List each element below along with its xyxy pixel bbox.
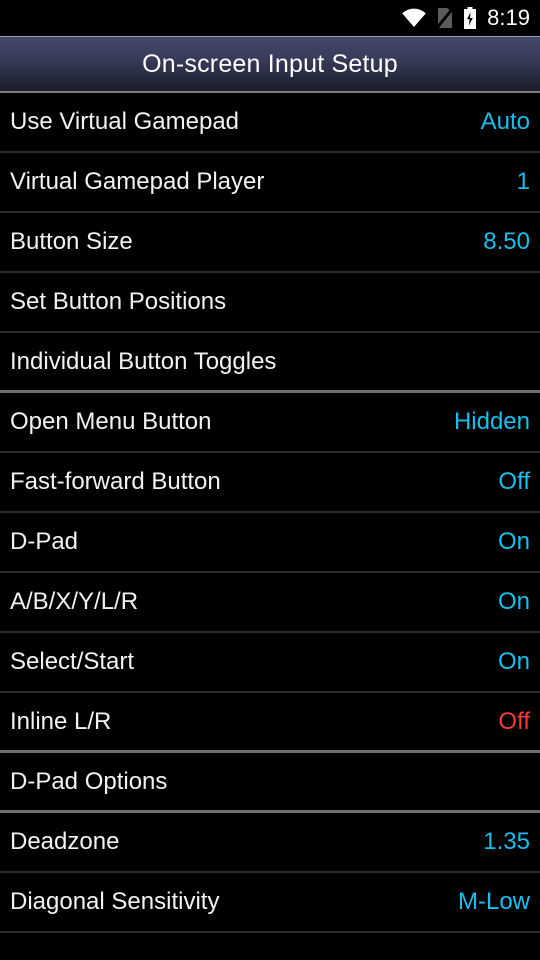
settings-row-label: Virtual Gamepad Player xyxy=(10,168,265,195)
settings-row-label: D-Pad Options xyxy=(10,767,168,795)
settings-row-label: Button Size xyxy=(10,228,133,255)
settings-row[interactable]: A/B/X/Y/L/R On xyxy=(0,573,540,633)
settings-row-label: Set Button Positions xyxy=(10,288,227,315)
settings-row[interactable]: Select/Start On xyxy=(0,633,540,693)
page-title: On-screen Input Setup xyxy=(142,49,398,78)
settings-row-label: A/B/X/Y/L/R xyxy=(10,588,139,615)
settings-row[interactable]: Fast-forward Button Off xyxy=(0,453,540,513)
settings-row-value: Off xyxy=(498,707,530,735)
settings-row-value: 1 xyxy=(516,168,530,195)
settings-list: Use Virtual Gamepad Auto Virtual Gamepad P… xyxy=(0,93,540,933)
settings-row[interactable]: Set Button Positions xyxy=(0,273,540,333)
wifi-icon xyxy=(401,8,427,28)
settings-row[interactable]: Deadzone 1.35 xyxy=(0,813,540,873)
settings-row-label: Fast-forward Button xyxy=(10,468,221,495)
settings-row-value: M-Low xyxy=(457,888,530,915)
settings-row-value: 8.50 xyxy=(483,228,530,255)
settings-row-value: Hidden xyxy=(453,408,530,435)
battery-charging-icon xyxy=(463,7,477,29)
no-sim-icon xyxy=(435,6,455,30)
settings-row-value: 1.35 xyxy=(483,828,530,855)
settings-row[interactable]: Open Menu Button Hidden xyxy=(0,393,540,453)
settings-row[interactable]: Inline L/R Off xyxy=(0,693,540,753)
status-bar-clock: 8:19 xyxy=(487,5,530,30)
settings-row-value: On xyxy=(497,588,530,615)
settings-row-label: Select/Start xyxy=(10,648,135,675)
settings-row-label: Open Menu Button xyxy=(10,408,212,435)
settings-row-label: Individual Button Toggles xyxy=(10,347,277,375)
settings-row-value: On xyxy=(497,648,530,675)
settings-row[interactable]: D-Pad On xyxy=(0,513,540,573)
settings-row-label: D-Pad xyxy=(10,528,79,555)
settings-row[interactable]: Virtual Gamepad Player 1 xyxy=(0,153,540,213)
settings-row-value: Auto xyxy=(480,108,530,135)
settings-row[interactable]: Use Virtual Gamepad Auto xyxy=(0,93,540,153)
title-bar: On-screen Input Setup xyxy=(0,36,540,93)
settings-row-label: Use Virtual Gamepad xyxy=(10,108,240,135)
settings-row[interactable]: D-Pad Options xyxy=(0,753,540,813)
status-bar-icons xyxy=(401,6,477,30)
settings-row[interactable]: Individual Button Toggles xyxy=(0,333,540,393)
settings-row-label: Diagonal Sensitivity xyxy=(10,888,220,915)
settings-row[interactable]: Diagonal Sensitivity M-Low xyxy=(0,873,540,933)
status-bar: 8:19 xyxy=(0,0,540,36)
settings-row-label: Deadzone xyxy=(10,828,120,855)
settings-row-value: Off xyxy=(498,468,530,495)
settings-row[interactable]: Button Size 8.50 xyxy=(0,213,540,273)
settings-row-label: Inline L/R xyxy=(10,707,112,735)
settings-row-value: On xyxy=(497,528,530,555)
